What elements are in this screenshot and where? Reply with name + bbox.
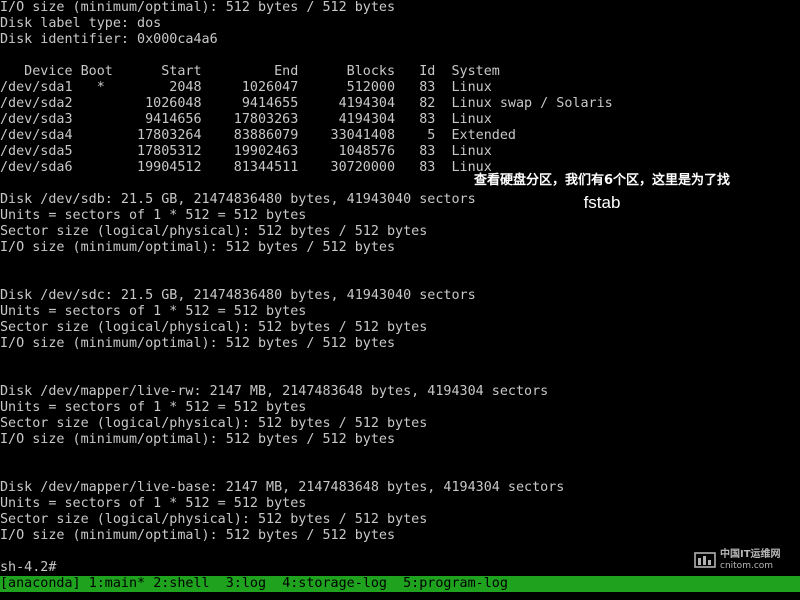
terminal-line: Disk /dev/sdb: 21.5 GB, 21474836480 byte…	[0, 192, 476, 207]
terminal-line: /dev/sda2 1026048 9414655 4194304 82 Lin…	[0, 96, 613, 111]
terminal-line: I/O size (minimum/optimal): 512 bytes / …	[0, 528, 396, 543]
terminal-line: Disk /dev/mapper/live-rw: 2147 MB, 21474…	[0, 384, 549, 399]
watermark-logo-icon	[694, 552, 716, 568]
shell-prompt[interactable]: sh-4.2#	[0, 560, 56, 576]
annotation-keyword: fstab	[583, 193, 621, 212]
tab-program-log[interactable]: 5:program-log	[403, 576, 508, 592]
terminal-line: Units = sectors of 1 * 512 = 512 bytes	[0, 208, 307, 223]
terminal-line: Disk /dev/sdc: 21.5 GB, 21474836480 byte…	[0, 288, 476, 303]
terminal-line: Disk identifier: 0x000ca4a6	[0, 32, 218, 47]
terminal-line: Disk /dev/mapper/live-base: 2147 MB, 214…	[0, 480, 565, 495]
terminal-line: /dev/sda5 17805312 19902463 1048576 83 L…	[0, 144, 492, 159]
tab-main[interactable]: 1:main*	[89, 576, 145, 592]
terminal-line: Disk label type: dos	[0, 16, 162, 31]
annotation-overlay: 查看硬盘分区，我们有6个区，这里是为了找 fstab	[452, 172, 752, 216]
terminal-line: I/O size (minimum/optimal): 512 bytes / …	[0, 432, 396, 447]
session-name: [anaconda]	[0, 576, 81, 591]
terminal-line: Units = sectors of 1 * 512 = 512 bytes	[0, 400, 307, 415]
terminal-line: Sector size (logical/physical): 512 byte…	[0, 320, 428, 335]
terminal-line: Sector size (logical/physical): 512 byte…	[0, 512, 428, 527]
tab-log[interactable]: 3:log	[226, 576, 266, 592]
screen-bottom-margin	[0, 592, 800, 600]
terminal-line: Units = sectors of 1 * 512 = 512 bytes	[0, 496, 307, 511]
terminal-line: Sector size (logical/physical): 512 byte…	[0, 224, 428, 239]
terminal-line: Units = sectors of 1 * 512 = 512 bytes	[0, 304, 307, 319]
tab-shell[interactable]: 2:shell	[153, 576, 209, 592]
terminal-line: I/O size (minimum/optimal): 512 bytes / …	[0, 336, 396, 351]
tmux-status-bar: [anaconda] 1:main* 2:shell 3:log 4:stora…	[0, 576, 800, 592]
site-watermark: 中国IT运维网 cnitom.com	[694, 546, 798, 574]
terminal-line: /dev/sda6 19904512 81344511 30720000 83 …	[0, 160, 492, 175]
terminal-line: /dev/sda1 * 2048 1026047 512000 83 Linux	[0, 80, 492, 95]
terminal-line: Sector size (logical/physical): 512 byte…	[0, 416, 428, 431]
terminal-line: /dev/sda3 9414656 17803263 4194304 83 Li…	[0, 112, 492, 127]
terminal-line: I/O size (minimum/optimal): 512 bytes / …	[0, 240, 396, 255]
watermark-site-name: 中国IT运维网	[720, 548, 781, 560]
watermark-url: cnitom.com	[720, 560, 774, 571]
terminal-output[interactable]: I/O size (minimum/optimal): 512 bytes / …	[0, 0, 800, 576]
terminal-line: /dev/sda4 17803264 83886079 33041408 5 E…	[0, 128, 516, 143]
terminal-line: Device Boot Start End Blocks Id System	[0, 64, 500, 79]
tab-storage-log[interactable]: 4:storage-log	[282, 576, 387, 592]
terminal-line: I/O size (minimum/optimal): 512 bytes / …	[0, 0, 396, 15]
annotation-text: 查看硬盘分区，我们有6个区，这里是为了找	[473, 173, 731, 188]
